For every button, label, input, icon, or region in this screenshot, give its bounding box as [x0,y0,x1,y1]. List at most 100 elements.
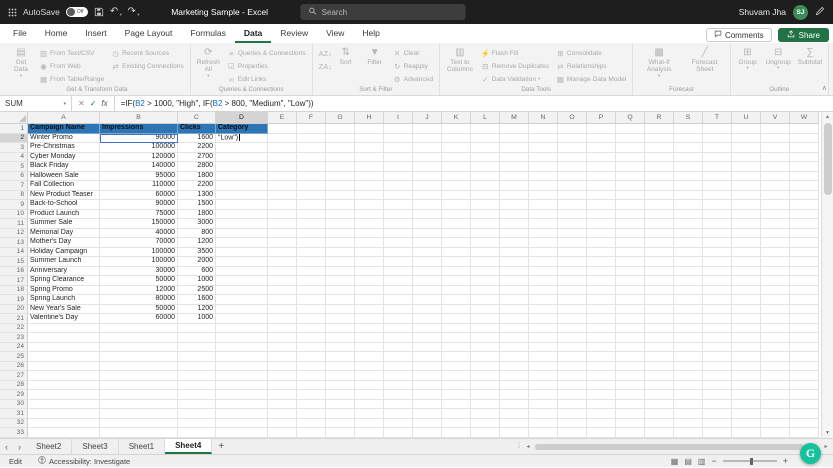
cell-W10[interactable] [790,209,819,219]
cell-I28[interactable] [384,380,413,390]
cell-T21[interactable] [703,314,732,324]
cell-B17[interactable]: 50000 [100,276,178,286]
cell-S32[interactable] [674,418,703,428]
cell-B33[interactable] [100,428,178,438]
cell-C20[interactable]: 1200 [178,304,216,314]
cell-U3[interactable] [732,143,761,153]
cell-K9[interactable] [442,200,471,210]
cell-F32[interactable] [297,418,326,428]
cell-U29[interactable] [732,390,761,400]
cell-M2[interactable] [500,133,529,143]
cell-O5[interactable] [558,162,587,172]
column-header-T[interactable]: T [703,112,732,124]
cell-H32[interactable] [355,418,384,428]
cell-N7[interactable] [529,181,558,191]
cell-M19[interactable] [500,295,529,305]
cell-K19[interactable] [442,295,471,305]
cell-T27[interactable] [703,371,732,381]
cell-N6[interactable] [529,171,558,181]
forecast-sheet-button[interactable]: ╱ Forecast Sheet [684,45,726,74]
row-header-4[interactable]: 4 [0,152,28,162]
cell-P32[interactable] [587,418,616,428]
cell-E11[interactable] [268,219,297,229]
cell-P15[interactable] [587,257,616,267]
from-text-csv-button[interactable]: ▥ From Text/CSV [37,47,106,59]
cell-D31[interactable] [216,409,268,419]
undo-dropdown-icon[interactable]: ▾ [119,12,121,18]
cell-H30[interactable] [355,399,384,409]
cell-R17[interactable] [645,276,674,286]
sort-za-button[interactable]: ZA↓ [317,60,332,72]
cell-R32[interactable] [645,418,674,428]
cell-W28[interactable] [790,380,819,390]
cell-R31[interactable] [645,409,674,419]
cell-L16[interactable] [471,266,500,276]
cell-T3[interactable] [703,143,732,153]
cell-W21[interactable] [790,314,819,324]
cell-J11[interactable] [413,219,442,229]
cell-A32[interactable] [28,418,100,428]
cell-M29[interactable] [500,390,529,400]
cell-B6[interactable]: 95000 [100,171,178,181]
cell-M3[interactable] [500,143,529,153]
cell-U6[interactable] [732,171,761,181]
cell-A23[interactable] [28,333,100,343]
existing-connections-button[interactable]: ⇄ Existing Connections [109,60,186,72]
row-header-16[interactable]: 16 [0,266,28,276]
cell-V31[interactable] [761,409,790,419]
cell-C23[interactable] [178,333,216,343]
cell-E9[interactable] [268,200,297,210]
cell-H1[interactable] [355,124,384,134]
cell-K7[interactable] [442,181,471,191]
column-header-M[interactable]: M [500,112,529,124]
cell-I31[interactable] [384,409,413,419]
accessibility-status[interactable]: Accessibility: Investigate [38,456,130,466]
cell-F31[interactable] [297,409,326,419]
cell-R24[interactable] [645,342,674,352]
column-header-C[interactable]: C [178,112,216,124]
cell-I22[interactable] [384,323,413,333]
cell-G21[interactable] [326,314,355,324]
ungroup-button[interactable]: ⊟ Ungroup ▾ [764,45,793,71]
cell-C7[interactable]: 2200 [178,181,216,191]
cell-A26[interactable] [28,361,100,371]
cell-A4[interactable]: Cyber Monday [28,152,100,162]
cell-Q26[interactable] [616,361,645,371]
cell-Q16[interactable] [616,266,645,276]
cell-K33[interactable] [442,428,471,438]
cell-O4[interactable] [558,152,587,162]
cell-W17[interactable] [790,276,819,286]
cell-W20[interactable] [790,304,819,314]
cell-F7[interactable] [297,181,326,191]
sheet-nav-left-icon[interactable]: ‹ [0,439,13,454]
cell-B27[interactable] [100,371,178,381]
cell-U22[interactable] [732,323,761,333]
cell-T18[interactable] [703,285,732,295]
cell-J5[interactable] [413,162,442,172]
cell-J4[interactable] [413,152,442,162]
cell-I33[interactable] [384,428,413,438]
cell-Q33[interactable] [616,428,645,438]
cell-E19[interactable] [268,295,297,305]
cell-Q27[interactable] [616,371,645,381]
cell-V25[interactable] [761,352,790,362]
insert-function-icon[interactable]: fx [101,99,107,108]
cell-I21[interactable] [384,314,413,324]
cell-H6[interactable] [355,171,384,181]
cell-M20[interactable] [500,304,529,314]
column-header-S[interactable]: S [674,112,703,124]
cell-W29[interactable] [790,390,819,400]
cell-J16[interactable] [413,266,442,276]
cell-O28[interactable] [558,380,587,390]
row-header-33[interactable]: 33 [0,428,28,438]
cell-K4[interactable] [442,152,471,162]
cell-P25[interactable] [587,352,616,362]
cell-V24[interactable] [761,342,790,352]
cell-W15[interactable] [790,257,819,267]
cell-R20[interactable] [645,304,674,314]
row-header-23[interactable]: 23 [0,333,28,343]
cell-M23[interactable] [500,333,529,343]
cell-F25[interactable] [297,352,326,362]
cell-M6[interactable] [500,171,529,181]
cell-K24[interactable] [442,342,471,352]
